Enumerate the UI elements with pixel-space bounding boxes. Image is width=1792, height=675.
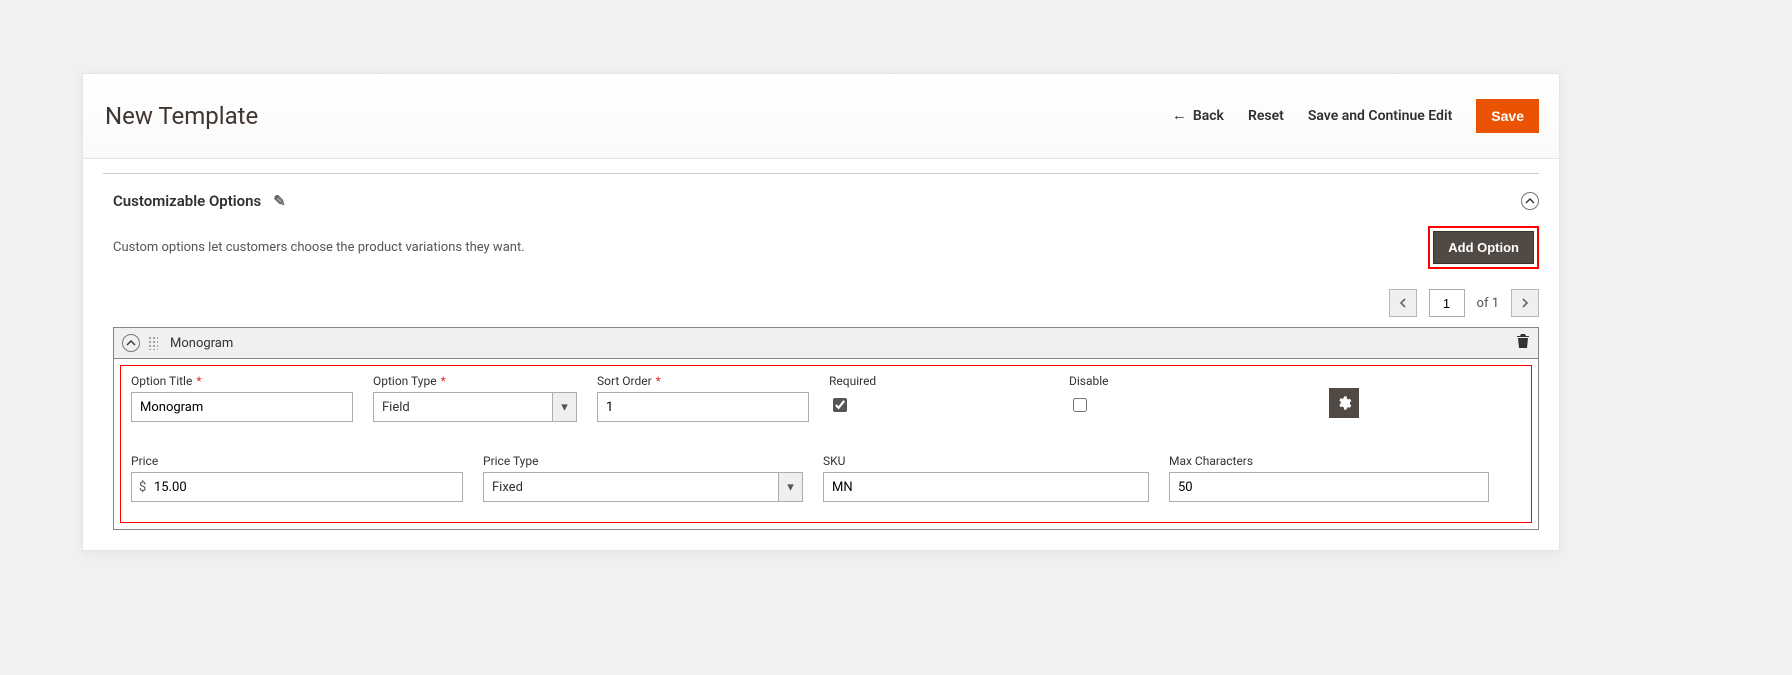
disable-checkbox[interactable] (1073, 398, 1087, 412)
add-option-highlight: Add Option (1428, 226, 1539, 269)
header-actions: ← Back Reset Save and Continue Edit Save (1172, 99, 1539, 133)
pager-row: of 1 (83, 285, 1559, 327)
sku-input[interactable] (823, 472, 1149, 502)
required-asterisk-icon: * (441, 374, 446, 388)
save-continue-button[interactable]: Save and Continue Edit (1308, 108, 1452, 124)
sort-order-label-text: Sort Order (597, 374, 652, 388)
option-title-field: Option Title * (131, 374, 353, 422)
max-chars-field: Max Characters (1169, 454, 1489, 502)
collapse-option-icon[interactable] (122, 334, 140, 352)
disable-field: Disable (1069, 374, 1309, 415)
option-panel-header: Monogram (114, 328, 1538, 359)
option-type-label: Option Type * (373, 374, 577, 388)
sku-label: SKU (823, 454, 1149, 468)
reset-button[interactable]: Reset (1248, 108, 1284, 124)
back-label: Back (1193, 108, 1224, 124)
sku-field: SKU (823, 454, 1149, 502)
price-type-label: Price Type (483, 454, 803, 468)
page-title: New Template (103, 102, 258, 130)
price-field: Price $ (131, 454, 463, 502)
price-type-select[interactable]: Fixed ▾ (483, 472, 803, 502)
section-title-row: Customizable Options ✎ (83, 174, 1559, 220)
prev-page-button[interactable] (1389, 289, 1417, 317)
option-title-label-text: Option Title (131, 374, 192, 388)
main-card: New Template ← Back Reset Save and Conti… (82, 73, 1560, 551)
page-of-label: of 1 (1477, 296, 1499, 311)
option-type-label-text: Option Type (373, 374, 437, 388)
option-row-1: Option Title * Option Type * Field ▾ (125, 368, 1527, 426)
caret-down-icon[interactable]: ▾ (553, 392, 577, 422)
description-row: Custom options let customers choose the … (83, 220, 1559, 285)
price-type-value: Fixed (483, 472, 779, 502)
next-page-button[interactable] (1511, 289, 1539, 317)
section-description: Custom options let customers choose the … (113, 240, 525, 255)
option-fields-highlight: Option Title * Option Type * Field ▾ (120, 365, 1532, 523)
gear-icon[interactable] (1329, 388, 1359, 418)
trash-icon[interactable] (1516, 333, 1530, 353)
required-asterisk-icon: * (656, 374, 661, 388)
page-input[interactable] (1429, 289, 1465, 317)
required-asterisk-icon: * (196, 374, 201, 388)
required-label: Required (829, 374, 1049, 388)
price-label: Price (131, 454, 463, 468)
required-field: Required (829, 374, 1049, 415)
option-name: Monogram (166, 336, 233, 351)
caret-down-icon[interactable]: ▾ (779, 472, 803, 502)
section-title: Customizable Options ✎ (113, 192, 286, 210)
required-checkbox[interactable] (833, 398, 847, 412)
back-button[interactable]: ← Back (1172, 107, 1224, 125)
sort-order-label: Sort Order * (597, 374, 809, 388)
option-title-input[interactable] (131, 392, 353, 422)
max-chars-label: Max Characters (1169, 454, 1489, 468)
option-type-field: Option Type * Field ▾ (373, 374, 577, 422)
disable-label: Disable (1069, 374, 1309, 388)
sort-order-field: Sort Order * (597, 374, 809, 422)
add-option-button[interactable]: Add Option (1433, 231, 1534, 264)
settings-actions (1329, 374, 1521, 418)
option-type-select[interactable]: Field ▾ (373, 392, 577, 422)
arrow-left-icon: ← (1172, 106, 1187, 124)
pencil-icon[interactable]: ✎ (273, 192, 286, 210)
currency-symbol: $ (139, 472, 146, 502)
option-row-2: Price $ Price Type Fixed ▾ SKU (125, 448, 1527, 506)
max-chars-input[interactable] (1169, 472, 1489, 502)
price-input[interactable] (131, 472, 463, 502)
collapse-section-icon[interactable] (1521, 192, 1539, 210)
option-panel: Monogram Option Title * Option Type (113, 327, 1539, 530)
header-strip: New Template ← Back Reset Save and Conti… (83, 74, 1559, 159)
option-type-value: Field (373, 392, 553, 422)
price-type-field: Price Type Fixed ▾ (483, 454, 803, 502)
option-title-label: Option Title * (131, 374, 353, 388)
drag-handle-icon[interactable] (148, 336, 158, 350)
sort-order-input[interactable] (597, 392, 809, 422)
section-title-text: Customizable Options (113, 192, 261, 210)
save-button[interactable]: Save (1476, 99, 1539, 133)
